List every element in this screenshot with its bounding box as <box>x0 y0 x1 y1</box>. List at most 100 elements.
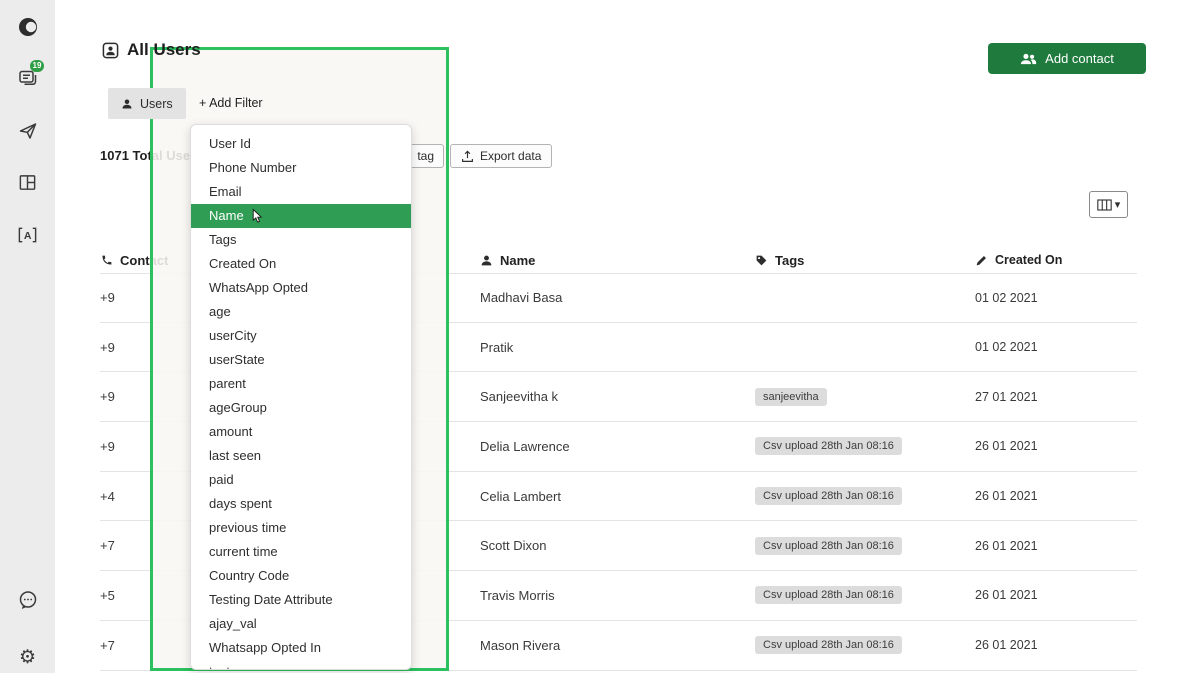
filter-option-label: last seen <box>209 448 261 463</box>
filter-option[interactable]: last seen <box>191 444 411 468</box>
filter-option[interactable]: paid <box>191 468 411 492</box>
chevron-down-icon: ▾ <box>1115 198 1121 211</box>
filter-option-label: ageGroup <box>209 400 267 415</box>
created-on-cell: 26 01 2021 <box>975 439 1137 453</box>
messages-icon[interactable] <box>0 64 55 92</box>
filter-option[interactable]: Created On <box>191 252 411 276</box>
tag-chip: Csv upload 28th Jan 08:16 <box>755 537 902 555</box>
filter-option-label: userCity <box>209 328 257 343</box>
filter-dropdown: User Id Phone Number Email Name Tags Created … <box>190 124 412 670</box>
page-title: All Users <box>102 40 201 60</box>
add-filter-button[interactable]: + Add Filter <box>199 96 263 110</box>
users-tab-person-icon <box>121 98 133 110</box>
created-on-cell: 27 01 2021 <box>975 390 1137 404</box>
filter-option-label: User Id <box>209 136 251 151</box>
filter-option[interactable]: User Id <box>191 132 411 156</box>
tags-cell: Csv upload 28th Jan 08:16 <box>755 487 975 505</box>
filter-option[interactable]: Testing Date Attribute <box>191 588 411 612</box>
filter-option-label: WhatsApp Opted <box>209 280 308 295</box>
filter-option-label: ajay_val <box>209 616 257 631</box>
export-data-button[interactable]: Export data <box>450 144 552 168</box>
all-users-icon <box>102 42 119 59</box>
column-header-label: Tags <box>775 253 804 268</box>
tag-icon <box>755 254 768 267</box>
export-upload-icon <box>461 150 474 163</box>
phone-icon <box>100 254 113 267</box>
tag-chip: Csv upload 28th Jan 08:16 <box>755 586 902 604</box>
name-cell: Madhavi Basa <box>480 290 755 305</box>
filter-option-selected[interactable]: Name <box>191 204 411 228</box>
tag-chip: Csv upload 28th Jan 08:16 <box>755 437 902 455</box>
filter-option-label: Testing Date Attribute <box>209 592 333 607</box>
filter-option[interactable]: ageGroup <box>191 396 411 420</box>
page-title-text: All Users <box>127 40 201 60</box>
filter-option-label: amount <box>209 424 252 439</box>
created-on-cell: 26 01 2021 <box>975 489 1137 503</box>
filter-option[interactable]: Country Code <box>191 564 411 588</box>
filter-option-label: Phone Number <box>209 160 296 175</box>
tab-users[interactable]: Users <box>108 88 186 119</box>
filter-option[interactable]: WhatsApp Opted <box>191 276 411 300</box>
tag-button-label: tag <box>417 149 434 163</box>
filter-option[interactable]: days spent <box>191 492 411 516</box>
filter-option[interactable]: Tags <box>191 228 411 252</box>
tags-cell: Csv upload 28th Jan 08:16 <box>755 586 975 604</box>
export-data-label: Export data <box>480 149 541 163</box>
created-on-cell: 26 01 2021 <box>975 539 1137 553</box>
add-contact-people-icon <box>1020 52 1037 66</box>
created-on-cell: 26 01 2021 <box>975 588 1137 602</box>
name-cell: Mason Rivera <box>480 638 755 653</box>
filter-option-label: current time <box>209 544 278 559</box>
attributes-icon[interactable]: A <box>0 221 55 249</box>
filter-option[interactable]: Email <box>191 180 411 204</box>
filter-option-label: Country Code <box>209 568 289 583</box>
filter-option[interactable]: current time <box>191 540 411 564</box>
column-header-created-on[interactable]: Created On <box>975 253 1137 267</box>
filter-option-label: Tags <box>209 232 236 247</box>
tag-chip: Csv upload 28th Jan 08:16 <box>755 487 902 505</box>
unread-count-badge: 19 <box>30 60 44 72</box>
tags-cell: Csv upload 28th Jan 08:16 <box>755 636 975 654</box>
support-chat-icon[interactable] <box>0 586 55 614</box>
filter-option-label: userState <box>209 352 265 367</box>
add-contact-label: Add contact <box>1045 51 1114 66</box>
name-cell: Celia Lambert <box>480 489 755 504</box>
filter-option-label: previous time <box>209 520 286 535</box>
filter-option-label: parent <box>209 376 246 391</box>
svg-text:A: A <box>24 230 32 242</box>
filter-option[interactable]: Whatsapp Opted In <box>191 636 411 660</box>
column-header-label: Name <box>500 253 535 268</box>
filter-option[interactable]: test <box>191 660 411 670</box>
filter-option[interactable]: userCity <box>191 324 411 348</box>
settings-gear-icon[interactable]: ⚙ <box>0 643 55 671</box>
filter-option[interactable]: parent <box>191 372 411 396</box>
columns-icon <box>1097 199 1112 211</box>
filter-option[interactable]: previous time <box>191 516 411 540</box>
filter-option[interactable]: Phone Number <box>191 156 411 180</box>
users-tab-label: Users <box>140 97 173 111</box>
column-header-name[interactable]: Name <box>480 253 755 268</box>
filter-option-label: Email <box>209 184 242 199</box>
filter-option[interactable]: age <box>191 300 411 324</box>
filter-option-label: Name <box>209 208 244 223</box>
app-logo-icon[interactable] <box>0 13 55 41</box>
name-cell: Pratik <box>480 340 755 355</box>
filter-option[interactable]: amount <box>191 420 411 444</box>
person-icon <box>480 254 493 267</box>
filter-option-label: test <box>209 664 230 670</box>
tag-chip: sanjeevitha <box>755 388 827 406</box>
column-selector-button[interactable]: ▾ <box>1089 191 1128 218</box>
add-contact-button[interactable]: Add contact <box>988 43 1146 74</box>
send-campaign-icon[interactable] <box>0 117 55 145</box>
tags-cell: Csv upload 28th Jan 08:16 <box>755 437 975 455</box>
filter-option[interactable]: userState <box>191 348 411 372</box>
name-cell: Travis Morris <box>480 588 755 603</box>
column-header-tags[interactable]: Tags <box>755 253 975 268</box>
name-cell: Sanjeevitha k <box>480 389 755 404</box>
filter-option[interactable]: ajay_val <box>191 612 411 636</box>
filter-option-label: paid <box>209 472 234 487</box>
pencil-icon <box>975 254 988 267</box>
board-icon[interactable] <box>0 168 55 196</box>
tags-cell: sanjeevitha <box>755 388 975 406</box>
tag-chip: Csv upload 28th Jan 08:16 <box>755 636 902 654</box>
